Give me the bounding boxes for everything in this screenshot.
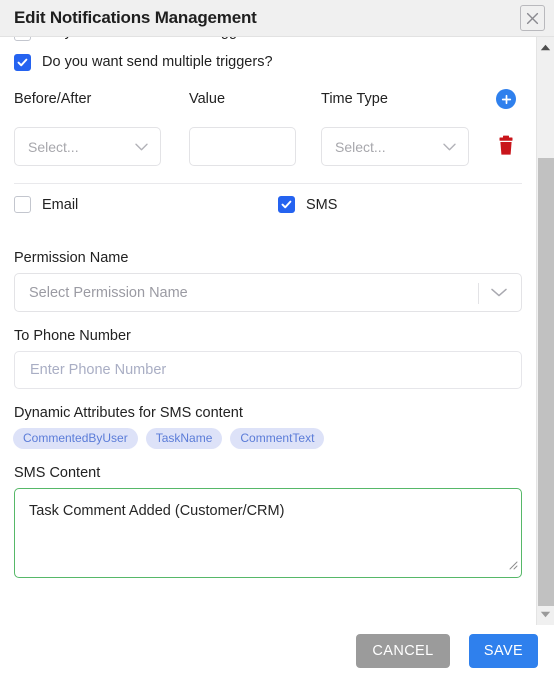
plus-icon	[501, 94, 511, 104]
to-phone-number-label: To Phone Number	[14, 328, 131, 344]
edit-notifications-dialog: Do you want send instant trigger? Do you…	[0, 0, 554, 682]
instant-trigger-checkbox[interactable]	[14, 37, 31, 41]
chevron-down-icon	[491, 284, 507, 302]
chevron-down-icon	[443, 138, 456, 156]
dynamic-attributes-label: Dynamic Attributes for SMS content	[14, 405, 243, 421]
permission-name-select[interactable]: Select Permission Name	[14, 273, 522, 312]
before-after-select[interactable]: Select...	[14, 127, 161, 166]
triangle-up-icon	[540, 44, 551, 51]
email-label: Email	[42, 196, 79, 213]
checkbox-row-email[interactable]: Email	[14, 196, 78, 213]
select-separator	[478, 283, 479, 304]
close-icon	[526, 12, 539, 24]
dialog-body: Do you want send instant trigger? Do you…	[0, 37, 536, 625]
to-phone-number-placeholder: Enter Phone Number	[30, 362, 167, 378]
resize-handle-icon[interactable]	[506, 557, 518, 575]
to-phone-number-input[interactable]: Enter Phone Number	[14, 351, 522, 389]
sms-checkbox[interactable]	[278, 196, 295, 213]
column-header-before-after: Before/After	[14, 91, 92, 107]
column-header-value: Value	[189, 91, 226, 107]
dynamic-attribute-tag[interactable]: CommentedByUser	[13, 428, 138, 449]
cancel-button[interactable]: CANCEL	[356, 634, 450, 668]
checkbox-row-sms[interactable]: SMS	[278, 196, 337, 213]
sms-label: SMS	[306, 196, 338, 213]
section-divider	[14, 183, 522, 184]
multiple-triggers-checkbox[interactable]	[14, 53, 31, 71]
dialog-footer: CANCEL SAVE	[0, 625, 554, 682]
chevron-down-icon	[135, 138, 148, 156]
dynamic-attributes-tags: CommentedByUser TaskName CommentText	[13, 428, 536, 449]
instant-trigger-label: Do you want send instant trigger?	[42, 37, 258, 40]
time-type-select-value: Select...	[335, 138, 386, 155]
sms-content-label: SMS Content	[14, 465, 101, 481]
column-header-time-type: Time Type	[321, 91, 388, 107]
close-dialog-button[interactable]	[520, 5, 545, 31]
email-checkbox[interactable]	[14, 196, 31, 213]
sms-content-value: Task Comment Added (Customer/CRM)	[29, 503, 285, 519]
trash-icon	[499, 135, 513, 155]
scrollbar-up-button[interactable]	[537, 39, 554, 56]
dynamic-attribute-tag[interactable]: TaskName	[145, 428, 223, 449]
permission-name-placeholder: Select Permission Name	[29, 284, 188, 301]
dynamic-attribute-tag[interactable]: CommentText	[230, 428, 325, 449]
permission-name-label: Permission Name	[14, 250, 129, 266]
channel-row: Email SMS	[0, 196, 536, 234]
checkbox-row-instant-trigger[interactable]: Do you want send instant trigger?	[0, 37, 536, 47]
vertical-scrollbar[interactable]	[536, 37, 554, 625]
dialog-header: Edit Notifications Management	[0, 0, 554, 37]
value-input[interactable]	[189, 127, 296, 166]
scrollbar-down-button[interactable]	[537, 606, 554, 623]
dialog-title: Edit Notifications Management	[14, 8, 257, 27]
sms-content-textarea[interactable]: Task Comment Added (Customer/CRM)	[14, 488, 522, 578]
add-trigger-row-button[interactable]	[496, 89, 516, 109]
scrollbar-thumb[interactable]	[538, 158, 554, 606]
trigger-row: Select... Select...	[0, 127, 536, 175]
save-button[interactable]: SAVE	[469, 634, 538, 668]
checkbox-row-multiple-triggers[interactable]: Do you want send multiple triggers?	[0, 47, 536, 77]
triangle-down-icon	[540, 611, 551, 618]
time-type-select[interactable]: Select...	[321, 127, 469, 166]
delete-trigger-row-button[interactable]	[495, 135, 517, 159]
before-after-select-value: Select...	[28, 138, 79, 155]
multiple-triggers-label: Do you want send multiple triggers?	[42, 54, 273, 70]
trigger-grid-header: Before/After Value Time Type	[0, 89, 536, 123]
